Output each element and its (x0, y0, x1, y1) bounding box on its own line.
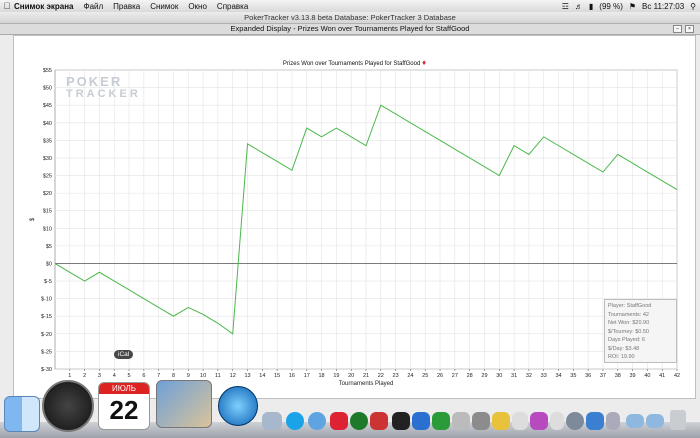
stat-per-day: $/Day: $3.48 (608, 345, 640, 352)
wifi-icon[interactable]: ☲ (562, 2, 569, 11)
itunes-icon[interactable] (218, 386, 258, 426)
y-tick-label: $15 (43, 209, 52, 215)
flag-icon[interactable]: ⚑ (629, 2, 636, 11)
stats-box: Player: StaffGood Tournaments: 42 Net Wo… (604, 299, 677, 363)
battery-icon[interactable]: ▮ (589, 2, 593, 11)
stat-net-won: Net Won: $20.90 (608, 320, 650, 326)
y-tick-label: $25 (43, 174, 52, 180)
safari-icon[interactable] (308, 412, 326, 430)
panel-title: Expanded Display - Prizes Won over Tourn… (230, 24, 470, 33)
app-gray-icon[interactable] (452, 412, 470, 430)
app-tools-icon[interactable] (472, 412, 490, 430)
unknown-app-icon-2[interactable] (550, 412, 564, 430)
y-tick-label: $20 (43, 191, 52, 197)
pokertracker-logo-icon: ♦ (421, 58, 427, 67)
excel-icon[interactable] (432, 412, 450, 430)
preview-icon[interactable] (262, 412, 282, 430)
y-tick-label: $35 (43, 138, 52, 144)
word-icon[interactable] (412, 412, 430, 430)
menu-clock[interactable]: Вс 11:27:03 (642, 2, 684, 11)
y-tick-label: $-15 (41, 314, 52, 320)
panel-bar: Expanded Display - Prizes Won over Tourn… (0, 24, 700, 35)
pokertracker-watermark: POKER TRACKER (66, 74, 141, 100)
pokertracker-dock-icon[interactable] (350, 412, 368, 430)
menu-window[interactable]: Окно (188, 2, 207, 11)
apple-menu-icon[interactable]:  (0, 1, 14, 11)
y-tick-label: $55 (43, 68, 52, 74)
y-axis-label: $ (30, 217, 36, 221)
dock-tooltip: iCal (114, 350, 134, 359)
y-tick-label: $10 (43, 226, 52, 232)
app-dark-icon[interactable] (392, 412, 410, 430)
app-red-icon[interactable] (330, 412, 348, 430)
unknown-app-icon[interactable] (512, 412, 528, 430)
menu-help[interactable]: Справка (217, 2, 248, 11)
y-tick-label: $5 (46, 244, 52, 250)
downloads-folder-icon[interactable] (626, 414, 644, 428)
stat-player: Player: StaffGood (608, 303, 652, 309)
menu-file[interactable]: Файл (84, 2, 104, 11)
y-tick-label: $40 (43, 121, 52, 127)
search-icon[interactable]: ⚲ (690, 2, 696, 11)
stat-tournaments: Tournaments: 42 (608, 311, 649, 318)
system-preferences-icon[interactable] (566, 412, 584, 430)
iphoto-icon[interactable] (156, 380, 212, 428)
close-button[interactable]: × (685, 25, 694, 33)
dashboard-icon[interactable] (42, 380, 94, 432)
y-tick-label: $0 (46, 261, 52, 267)
y-tick-label: $-20 (41, 332, 52, 338)
chart-title: Prizes Won over Tournaments Played for S… (282, 61, 421, 67)
y-tick-label: $-10 (41, 297, 52, 303)
menu-app-name[interactable]: Снимок экрана (14, 2, 74, 11)
y-tick-label: $-5 (44, 279, 52, 285)
app-yellow-icon[interactable] (492, 412, 510, 430)
menu-edit[interactable]: Правка (113, 2, 140, 11)
chart-panel: $55 $50 $45 $40 $35 $30 $25 $20 $15 $10 $5 $0 $-5 $-1… (13, 35, 696, 399)
chart-title-row: Prizes Won over Tournaments Played for S… (14, 58, 695, 67)
app-blue-icon[interactable] (586, 412, 604, 430)
app-window: PokerTracker v3.13.8 beta Database: Poke… (0, 12, 700, 422)
y-tick-label: $50 (43, 86, 52, 92)
trash-icon[interactable] (670, 410, 686, 430)
finder-icon[interactable] (4, 396, 40, 432)
ical-icon[interactable]: ИЮЛЬ 22 (98, 382, 150, 430)
volume-icon[interactable]: ♬ (575, 2, 583, 11)
y-tick-label: $30 (43, 156, 52, 162)
stat-roi: ROI: 19.90 (608, 354, 635, 360)
stat-per-tourney: $/Tourney: $0.50 (608, 328, 649, 335)
menu-status-area: ☲ ♬ ▮ (99 %) ⚑ Вс 11:27:03 ⚲ (562, 0, 696, 12)
calendar-day: 22 (109, 395, 139, 425)
window-title: PokerTracker v3.13.8 beta Database: Poke… (0, 12, 700, 24)
y-tick-label: $-30 (41, 367, 52, 373)
stat-days-played: Days Played: 6 (608, 337, 645, 343)
y-tick-label: $-25 (41, 349, 52, 355)
minimize-button[interactable]: – (673, 25, 682, 33)
documents-folder-icon[interactable] (646, 414, 664, 428)
skype-icon[interactable] (286, 412, 304, 430)
y-tick-label: $45 (43, 103, 52, 109)
battery-percent: (99 %) (599, 1, 623, 11)
calendar-month: ИЮЛЬ (99, 383, 149, 394)
app-grid-icon[interactable] (370, 412, 388, 430)
dock: ИЮЛЬ 22 (0, 378, 700, 438)
app-purple-icon[interactable] (530, 412, 548, 430)
app-folder-icon[interactable] (606, 412, 620, 430)
menu-capture[interactable]: Снимок (150, 2, 178, 11)
